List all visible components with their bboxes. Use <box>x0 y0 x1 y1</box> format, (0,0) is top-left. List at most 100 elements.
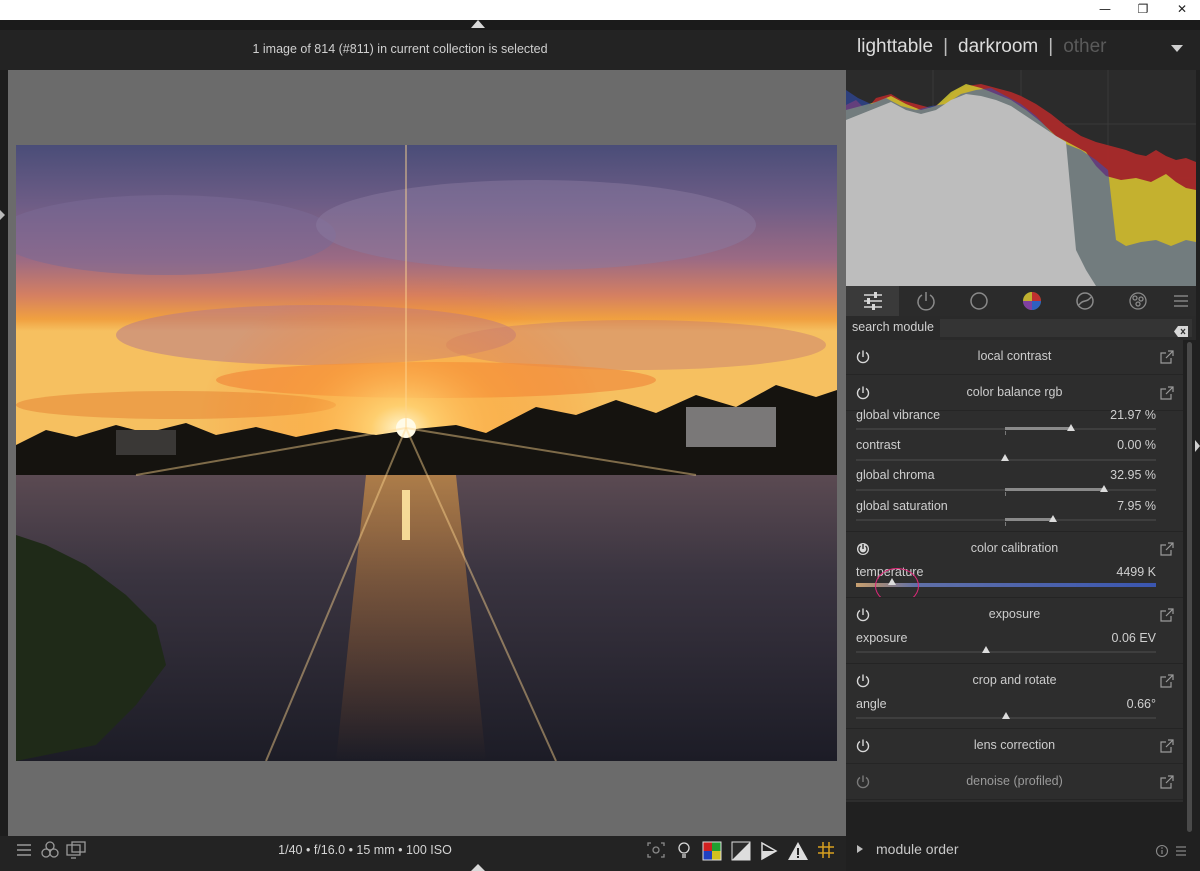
param-value: 21.97 % <box>1110 408 1156 422</box>
correct-icon <box>1076 292 1094 310</box>
module-order-label[interactable]: module order <box>876 841 959 857</box>
raw-overexposed-icon[interactable] <box>729 840 753 862</box>
module-title: denoise (profiled) <box>966 774 1063 788</box>
module-title: color balance rgb <box>966 385 1063 399</box>
param-value: 7.95 % <box>1117 499 1156 513</box>
right-panel-collapse-strip[interactable] <box>1196 70 1200 836</box>
module-color-balance-rgb[interactable]: color balance rgb <box>846 376 1183 411</box>
param-label: global saturation <box>856 499 948 513</box>
tab-color-modules[interactable] <box>1005 286 1058 316</box>
power-icon <box>917 292 935 311</box>
color-assessment-icon[interactable] <box>672 840 696 862</box>
quick-access-menu-icon[interactable] <box>12 840 36 862</box>
external-link-icon[interactable] <box>1160 673 1174 688</box>
right-panel-toggle-icon[interactable] <box>1195 440 1200 452</box>
softproof-icon[interactable] <box>700 840 724 862</box>
view-separator: | <box>1048 36 1054 57</box>
tab-effect-modules[interactable] <box>1111 286 1164 316</box>
module-denoise-profiled[interactable]: denoise (profiled) <box>846 765 1183 800</box>
bottom-panel-toggle-icon[interactable] <box>471 864 485 871</box>
external-link-icon[interactable] <box>1160 738 1174 753</box>
view-darkroom[interactable]: darkroom <box>958 36 1038 58</box>
slider-fill <box>1005 518 1053 521</box>
slider-knob[interactable] <box>1002 712 1010 719</box>
module-lens-correction[interactable]: lens correction <box>846 729 1183 764</box>
param-value: 32.95 % <box>1110 468 1156 482</box>
slider-knob[interactable] <box>1001 454 1009 461</box>
view-other[interactable]: other <box>1063 36 1106 58</box>
slider-fill <box>1005 427 1071 430</box>
slider-knob[interactable] <box>1067 424 1075 431</box>
tab-tone-modules[interactable] <box>952 286 1005 316</box>
tab-base-modules[interactable] <box>899 286 952 316</box>
restore-button[interactable]: ❐ <box>1123 0 1163 20</box>
search-module-label: search module <box>852 320 934 334</box>
focus-peaking-icon[interactable] <box>644 840 668 862</box>
minimize-button[interactable]: — <box>1085 0 1125 20</box>
effect-icon <box>1129 292 1147 310</box>
hamburger-icon <box>1174 295 1188 307</box>
param-value: 0.06 EV <box>1111 631 1156 645</box>
view-lighttable[interactable]: lighttable <box>857 36 933 58</box>
overexposed-warning-icon[interactable] <box>786 840 810 862</box>
photo-preview[interactable] <box>16 145 837 761</box>
top-panel-toggle-icon[interactable] <box>471 20 485 28</box>
module-title: local contrast <box>977 349 1052 363</box>
module-exposure[interactable]: exposure <box>846 598 1183 633</box>
param-value: 0.00 % <box>1117 438 1156 452</box>
slider-center-tick <box>1005 522 1006 526</box>
param-value: 0.66° <box>1126 697 1156 711</box>
tab-active-modules[interactable] <box>846 286 899 316</box>
tab-presets-menu[interactable] <box>1164 286 1196 316</box>
param-label: angle <box>856 697 887 711</box>
external-link-icon[interactable] <box>1160 607 1174 622</box>
module-local-contrast[interactable]: local contrast <box>846 340 1183 375</box>
color-wheel-icon <box>1023 292 1041 310</box>
close-button[interactable]: ✕ <box>1162 0 1200 20</box>
external-link-icon[interactable] <box>1160 385 1174 400</box>
window-title-bar <box>0 0 1200 20</box>
param-label: contrast <box>856 438 901 452</box>
module-group-tabs <box>846 286 1196 316</box>
expand-arrow-icon[interactable] <box>857 845 863 853</box>
search-module-input[interactable] <box>940 319 1192 337</box>
second-window-icon[interactable] <box>64 840 88 862</box>
exposure-slider[interactable] <box>856 651 1156 653</box>
external-link-icon[interactable] <box>1160 349 1174 364</box>
left-panel-collapse-strip[interactable] <box>0 70 8 836</box>
sunset-photo-image <box>16 145 837 761</box>
circle-icon <box>970 292 988 310</box>
histogram-graph <box>846 70 1196 286</box>
module-title: color calibration <box>970 541 1059 555</box>
exif-info: 1/40 • f/16.0 • 15 mm • 100 ISO <box>278 843 452 857</box>
left-panel-toggle-icon[interactable] <box>0 210 5 220</box>
param-label: global chroma <box>856 468 935 482</box>
slider-fill <box>1005 488 1104 491</box>
slider-center-tick <box>1005 492 1006 496</box>
slider-knob[interactable] <box>1049 515 1057 522</box>
module-crop-and-rotate[interactable]: crop and rotate <box>846 664 1183 699</box>
modules-scrollbar[interactable] <box>1187 342 1192 832</box>
module-title: crop and rotate <box>972 673 1057 687</box>
selection-status: 1 image of 814 (#811) in current collect… <box>252 42 548 56</box>
slider-knob[interactable] <box>1100 485 1108 492</box>
guides-icon[interactable] <box>814 840 838 862</box>
view-switcher: lighttable | darkroom | other <box>857 36 1107 58</box>
views-dropdown-icon[interactable] <box>1171 45 1183 52</box>
slider-knob[interactable] <box>982 646 990 653</box>
tab-correct-modules[interactable] <box>1058 286 1111 316</box>
info-icon[interactable] <box>1155 843 1169 858</box>
slider-center-tick <box>1005 431 1006 435</box>
clear-search-icon[interactable] <box>1174 322 1188 337</box>
module-title: exposure <box>988 607 1041 621</box>
histogram[interactable] <box>846 70 1196 286</box>
gamut-check-icon[interactable] <box>757 840 781 862</box>
external-link-icon[interactable] <box>1160 774 1174 789</box>
top-panel-collapse-strip[interactable] <box>0 20 1200 30</box>
param-value: 4499 K <box>1116 565 1156 579</box>
presets-menu-icon[interactable] <box>1174 843 1188 857</box>
styles-icon[interactable] <box>38 840 62 862</box>
external-link-icon[interactable] <box>1160 541 1174 556</box>
module-color-calibration[interactable]: color calibration <box>846 532 1183 567</box>
param-label: global vibrance <box>856 408 941 422</box>
